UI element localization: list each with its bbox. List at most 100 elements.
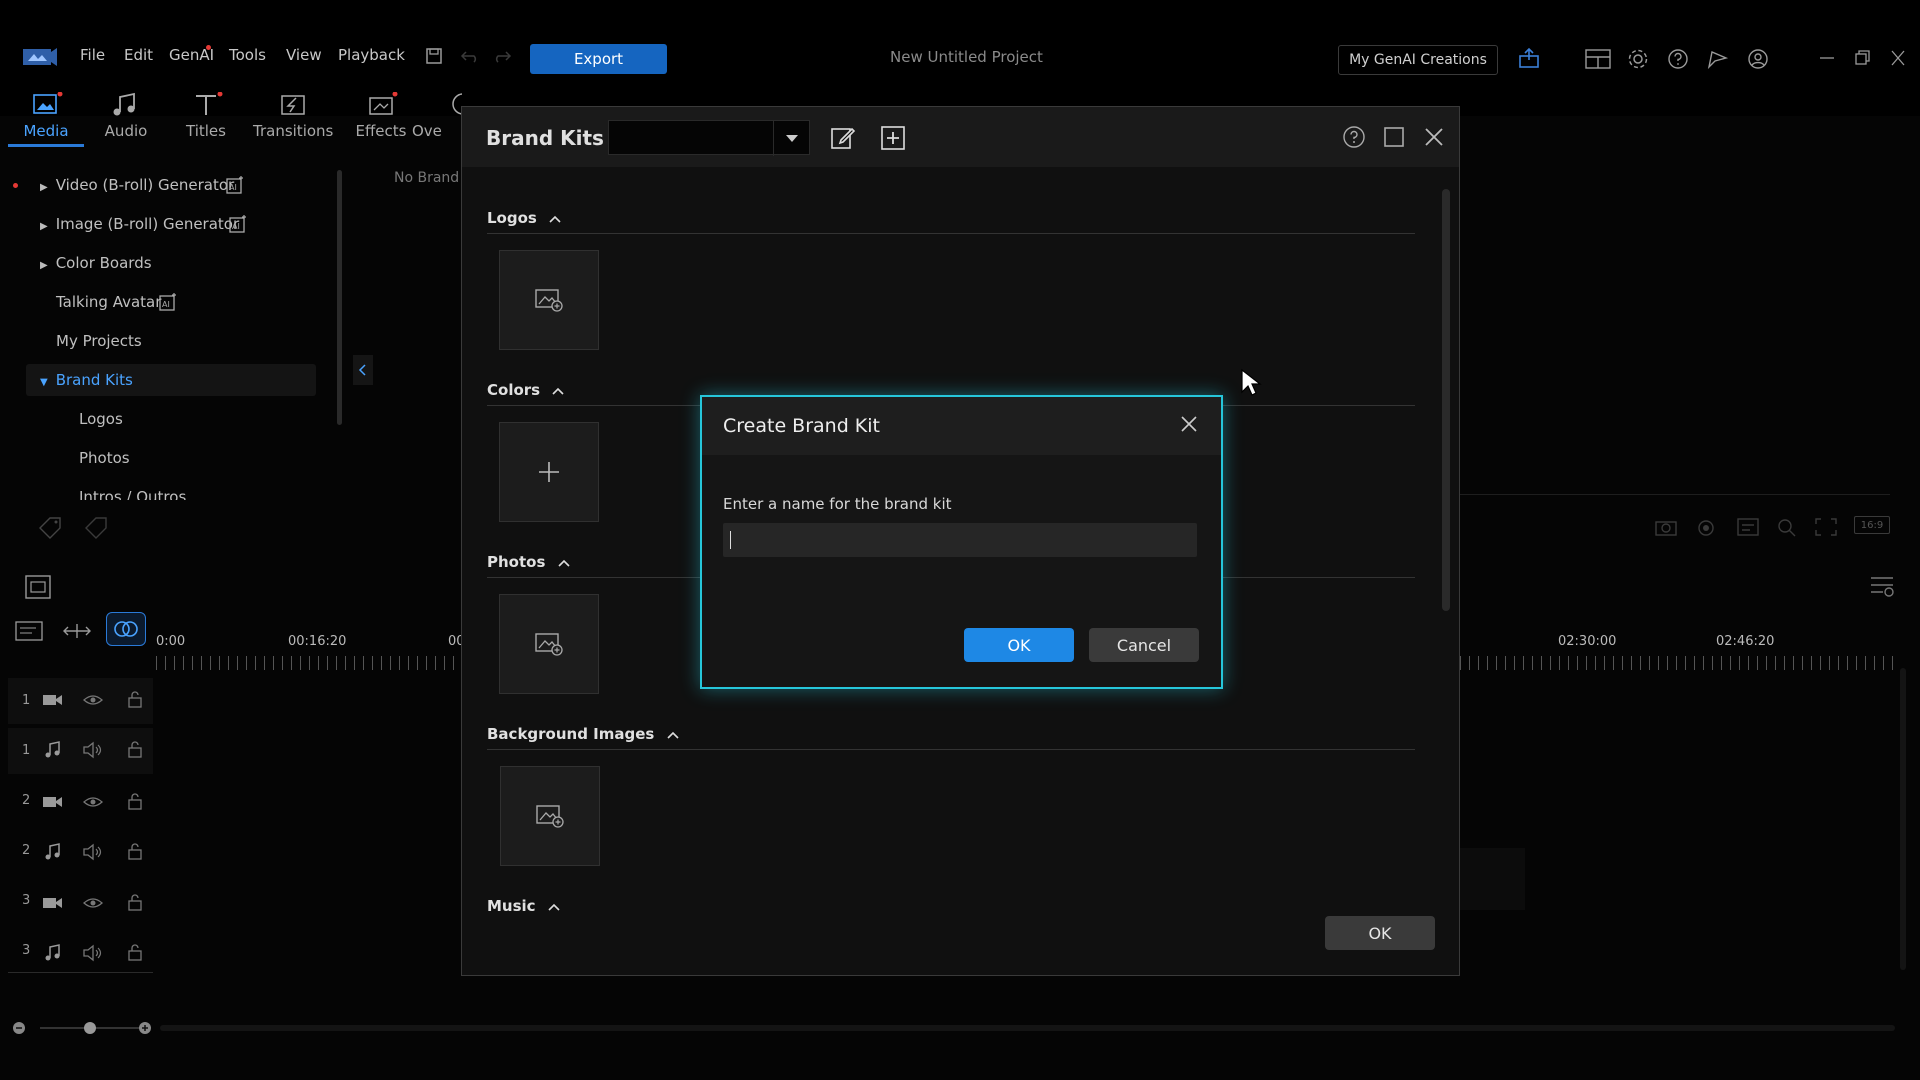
- fullscreen-preview-icon[interactable]: [1814, 517, 1838, 537]
- timeline-horizontal-scrollbar[interactable]: [160, 1025, 1895, 1031]
- menu-playback[interactable]: Playback: [338, 46, 405, 64]
- record-voice-icon[interactable]: [1696, 517, 1720, 537]
- storyboard-icon[interactable]: [24, 574, 52, 600]
- svg-text:AI: AI: [232, 222, 240, 231]
- upload-icon[interactable]: [1517, 47, 1541, 69]
- speaker-icon[interactable]: [82, 944, 104, 962]
- add-background-image-tile[interactable]: [500, 766, 600, 866]
- layout-icon[interactable]: [1585, 49, 1611, 69]
- menu-edit[interactable]: Edit: [124, 46, 153, 64]
- section-music[interactable]: Music: [487, 897, 561, 915]
- speaker-icon[interactable]: [82, 843, 104, 861]
- cancel-button[interactable]: Cancel: [1089, 628, 1199, 662]
- snapshot-icon[interactable]: [1654, 517, 1678, 537]
- redo-icon[interactable]: [492, 49, 512, 63]
- ok-button[interactable]: OK: [964, 628, 1074, 662]
- undo-icon[interactable]: [460, 49, 480, 63]
- tree-scrollbar[interactable]: [337, 170, 342, 425]
- eye-icon[interactable]: [82, 895, 104, 911]
- section-divider: [487, 749, 1415, 750]
- tree-item-logos[interactable]: Logos: [79, 410, 123, 428]
- tree-item-label: Video (B-roll) Generator: [55, 176, 235, 194]
- menu-file[interactable]: File: [80, 46, 105, 64]
- export-button[interactable]: Export: [530, 44, 667, 74]
- tab-transitions[interactable]: Transitions: [253, 92, 333, 140]
- section-divider: [487, 233, 1415, 234]
- lock-icon[interactable]: [126, 740, 144, 758]
- brand-kit-dropdown[interactable]: [608, 120, 810, 156]
- fit-timeline-icon[interactable]: [60, 618, 94, 644]
- app-logo: [22, 46, 58, 68]
- close-icon[interactable]: [1423, 126, 1445, 148]
- section-background-images[interactable]: Background Images: [487, 725, 680, 743]
- tree-item-image-broll[interactable]: ▶ Image (B-roll) Generator: [40, 215, 239, 233]
- minimize-icon[interactable]: [1818, 50, 1836, 66]
- tab-media[interactable]: Media: [6, 92, 86, 140]
- tag-add-icon[interactable]: [38, 516, 66, 540]
- help-icon[interactable]: [1342, 125, 1366, 149]
- track-number: 1: [22, 743, 31, 758]
- zoom-slider-handle[interactable]: [84, 1022, 96, 1034]
- add-logo-tile[interactable]: [499, 250, 599, 350]
- tab-overlays[interactable]: Ove: [412, 92, 462, 140]
- timeline-vertical-scrollbar[interactable]: [1900, 668, 1906, 970]
- help-icon[interactable]: [1667, 48, 1689, 70]
- tab-effects[interactable]: Effects: [341, 92, 421, 140]
- subtitles-icon[interactable]: [1736, 517, 1760, 537]
- feedback-icon[interactable]: [1706, 48, 1730, 70]
- project-title: New Untitled Project: [890, 48, 1043, 66]
- timeline-settings-icon[interactable]: [1868, 572, 1896, 598]
- zoom-in-icon[interactable]: [138, 1021, 152, 1035]
- my-genai-creations-button[interactable]: My GenAI Creations: [1338, 45, 1498, 75]
- speaker-icon[interactable]: [82, 741, 104, 759]
- tree-item-talking-avatar[interactable]: Talking Avatar: [56, 293, 161, 311]
- track-manager-icon[interactable]: [14, 618, 46, 644]
- gear-icon[interactable]: [1627, 48, 1649, 70]
- section-photos[interactable]: Photos: [487, 553, 571, 571]
- add-color-tile[interactable]: [499, 422, 599, 522]
- save-icon[interactable]: [425, 47, 443, 65]
- lock-icon[interactable]: [126, 792, 144, 810]
- brand-kits-ok-button[interactable]: OK: [1325, 916, 1435, 950]
- brand-kits-scrollbar[interactable]: [1442, 189, 1450, 611]
- magnetic-snap-toggle[interactable]: [106, 612, 146, 646]
- tree-item-photos[interactable]: Photos: [79, 449, 130, 467]
- brand-kit-name-input[interactable]: [723, 523, 1197, 557]
- lock-icon[interactable]: [126, 893, 144, 911]
- add-brand-kit-icon[interactable]: [880, 125, 906, 151]
- timeline-ruler[interactable]: [1460, 656, 1895, 670]
- timeline-clip-placeholder: [1460, 848, 1525, 910]
- edit-icon[interactable]: [830, 125, 856, 151]
- tree-item-brand-kits[interactable]: ▼ Brand Kits: [40, 371, 133, 389]
- account-icon[interactable]: [1747, 48, 1769, 70]
- close-app-icon[interactable]: [1889, 50, 1907, 66]
- close-icon[interactable]: [1179, 414, 1199, 434]
- tree-item-intros-outros[interactable]: Intros / Outros: [79, 488, 186, 500]
- zoom-out-icon[interactable]: [12, 1021, 26, 1035]
- tree-item-color-boards[interactable]: ▶ Color Boards: [40, 254, 152, 272]
- zoom-preview-icon[interactable]: [1775, 517, 1799, 537]
- menu-tools[interactable]: Tools: [229, 46, 266, 64]
- restore-icon[interactable]: [1853, 50, 1871, 66]
- tab-audio[interactable]: Audio: [86, 92, 166, 140]
- brand-kits-title: Brand Kits: [486, 126, 604, 150]
- tree-item-video-broll[interactable]: ▶ Video (B-roll) Generator: [40, 176, 235, 194]
- tag-remove-icon[interactable]: [84, 516, 112, 540]
- lock-icon[interactable]: [126, 943, 144, 961]
- eye-icon[interactable]: [82, 692, 104, 708]
- timeline-ruler[interactable]: [156, 656, 461, 670]
- eye-icon[interactable]: [82, 794, 104, 810]
- preview-progress-track[interactable]: [1460, 494, 1890, 495]
- section-colors[interactable]: Colors: [487, 381, 565, 399]
- collapse-panel-button[interactable]: [353, 355, 373, 385]
- tree-item-label: Color Boards: [55, 254, 152, 272]
- menu-view[interactable]: View: [286, 46, 322, 64]
- tree-item-my-projects[interactable]: My Projects: [56, 332, 142, 350]
- aspect-ratio-button[interactable]: 16:9: [1854, 516, 1890, 534]
- lock-icon[interactable]: [126, 842, 144, 860]
- add-photo-tile[interactable]: [499, 594, 599, 694]
- section-logos[interactable]: Logos: [487, 209, 562, 227]
- maximize-icon[interactable]: [1383, 126, 1405, 148]
- lock-icon[interactable]: [126, 690, 144, 708]
- tab-titles[interactable]: Titles: [166, 92, 246, 140]
